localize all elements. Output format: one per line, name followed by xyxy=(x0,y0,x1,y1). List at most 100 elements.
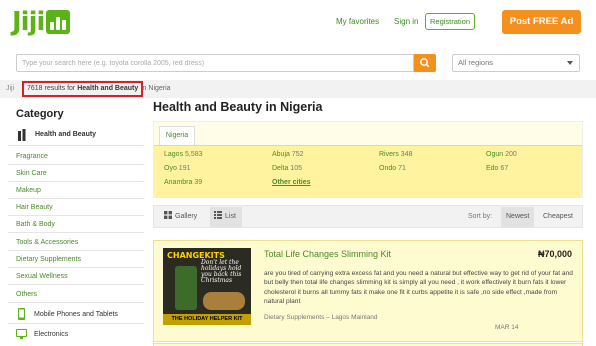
city-link-ondo[interactable]: Ondo 71 xyxy=(379,165,406,172)
divider xyxy=(8,250,144,251)
city-link-ogun[interactable]: Ogun 200 xyxy=(486,151,517,158)
sort-by-label: Sort by: xyxy=(468,213,493,220)
divider xyxy=(8,164,144,165)
results-for-text: results for xyxy=(42,85,78,92)
results-category: Health and Beauty xyxy=(77,85,139,92)
listing-title[interactable]: Total Life Changes Slimming Kit xyxy=(264,249,391,259)
sidebar-item-label: Health and Beauty xyxy=(35,131,97,138)
subcategory-bath-body[interactable]: Bath & Body xyxy=(16,221,55,228)
city-link-abuja[interactable]: Abuja 752 xyxy=(272,151,304,158)
chevron-down-icon xyxy=(567,61,573,65)
product-bottle-image xyxy=(175,266,197,310)
category-sidebar: Category Health and Beauty Fragrance Ski… xyxy=(0,98,144,346)
city-link-edo[interactable]: Edo 67 xyxy=(486,165,508,172)
logo-text: Jiji xyxy=(12,7,45,37)
list-view-button[interactable]: List xyxy=(210,207,242,227)
sidebar-item-electronics[interactable]: Electronics xyxy=(16,328,144,342)
region-select[interactable]: All regions xyxy=(452,54,580,72)
header: Jiji My favorites Sign in Registration P… xyxy=(0,0,596,48)
divider xyxy=(8,198,144,199)
food-image xyxy=(203,292,245,310)
city-name: Ogun xyxy=(486,151,504,158)
tab-nigeria[interactable]: Nigeria xyxy=(159,126,195,145)
city-count: 67 xyxy=(500,165,509,172)
city-name: Lagos xyxy=(164,151,184,158)
other-cities-link[interactable]: Other cities xyxy=(272,179,311,186)
city-count: 348 xyxy=(400,151,413,158)
thumb-tagline: Don't let the holidays hold you back thi… xyxy=(201,259,242,284)
city-count: 752 xyxy=(291,151,304,158)
city-count: 191 xyxy=(178,165,191,172)
my-favorites-link[interactable]: My favorites xyxy=(336,17,379,26)
city-link-oyo[interactable]: Oyo 191 xyxy=(164,165,190,172)
cosmetics-icon xyxy=(18,129,26,141)
listing-thumbnail[interactable]: CHANGEKITS Don't let the holidays hold y… xyxy=(163,248,251,325)
results-count: 7618 xyxy=(27,85,43,92)
sign-in-link[interactable]: Sign in xyxy=(394,17,418,26)
breadcrumb: Jiji 7618 results for Health and Beauty … xyxy=(0,80,596,98)
city-name: Anambra xyxy=(164,179,193,186)
list-icon xyxy=(214,211,222,219)
subcategory-skin-care[interactable]: Skin Care xyxy=(16,170,47,177)
city-name: Ondo xyxy=(379,165,397,172)
city-name: Edo xyxy=(486,165,499,172)
phone-icon xyxy=(18,308,25,320)
search-button[interactable] xyxy=(414,54,436,72)
gallery-label: Gallery xyxy=(175,213,198,220)
logo-bars-icon xyxy=(46,10,71,34)
city-link-rivers[interactable]: Rivers 348 xyxy=(379,151,412,158)
search-icon xyxy=(420,58,430,68)
sidebar-item-label: Electronics xyxy=(34,331,69,338)
location-filter: Nigeria Lagos 5,583 Abuja 752 Rivers 348… xyxy=(153,121,583,198)
city-link-delta[interactable]: Delta 105 xyxy=(272,165,302,172)
subcategory-makeup[interactable]: Makeup xyxy=(16,187,41,194)
city-count: 39 xyxy=(194,179,203,186)
gallery-view-button[interactable]: Gallery xyxy=(164,207,204,227)
divider xyxy=(8,232,144,233)
grid-icon xyxy=(164,211,172,219)
subcategory-fragrance[interactable]: Fragrance xyxy=(16,153,48,160)
monitor-icon xyxy=(16,329,27,339)
search-input[interactable] xyxy=(16,54,414,72)
city-count: 200 xyxy=(505,151,517,158)
city-link-anambra[interactable]: Anambra 39 xyxy=(164,179,202,186)
search-bar xyxy=(16,54,436,72)
view-toolbar: Gallery List Sort by: Newest Cheapest xyxy=(153,205,583,228)
breadcrumb-home[interactable]: Jiji xyxy=(6,85,14,92)
subcategory-tools-accessories[interactable]: Tools & Accessories xyxy=(16,239,78,246)
subcategory-others[interactable]: Others xyxy=(16,291,37,298)
sort-cheapest-button[interactable]: Cheapest xyxy=(543,207,573,227)
jiji-logo[interactable]: Jiji xyxy=(12,7,71,37)
sidebar-item-health-and-beauty[interactable]: Health and Beauty xyxy=(8,126,144,144)
sidebar-item-mobile-phones[interactable]: Mobile Phones and Tablets xyxy=(16,308,144,322)
sort-newest-button[interactable]: Newest xyxy=(501,207,535,227)
divider xyxy=(8,284,144,285)
listing-date: MAR 14 xyxy=(495,324,519,331)
thumb-footer: THE HOLIDAY HELPER KIT xyxy=(163,314,251,325)
subcategory-hair-beauty[interactable]: Hair Beauty xyxy=(16,204,53,211)
city-name: Rivers xyxy=(379,151,399,158)
city-name: Abuja xyxy=(272,151,290,158)
listing-description: are you tired of carrying extra excess f… xyxy=(264,270,573,306)
listing-price: ₦70,000 xyxy=(538,249,573,259)
city-link-lagos[interactable]: Lagos 5,583 xyxy=(164,151,203,158)
sidebar-item-label: Mobile Phones and Tablets xyxy=(34,311,118,318)
divider xyxy=(8,302,144,303)
registration-button[interactable]: Registration xyxy=(425,13,475,30)
divider xyxy=(8,145,144,146)
listing-card[interactable]: CHANGEKITS Don't let the holidays hold y… xyxy=(153,240,583,342)
post-free-ad-button[interactable]: Post FREE Ad xyxy=(502,10,581,34)
results-count-badge: 7618 results for Health and Beauty xyxy=(22,81,144,97)
list-label: List xyxy=(225,213,236,220)
listing-location: Lagos Mainland xyxy=(331,314,378,321)
subcategory-dietary-supplements[interactable]: Dietary Supplements xyxy=(16,256,81,263)
city-count: 105 xyxy=(290,165,302,172)
subcategory-sexual-wellness[interactable]: Sexual Wellness xyxy=(16,273,68,280)
region-value: All regions xyxy=(458,58,494,67)
city-count: 5,583 xyxy=(185,151,203,158)
divider xyxy=(8,215,144,216)
breadcrumb-country[interactable]: in Nigeria xyxy=(141,85,171,92)
divider xyxy=(8,267,144,268)
city-name: Oyo xyxy=(164,165,177,172)
listing-category-location: Dietary Supplements – Lagos Mainland xyxy=(264,314,378,321)
